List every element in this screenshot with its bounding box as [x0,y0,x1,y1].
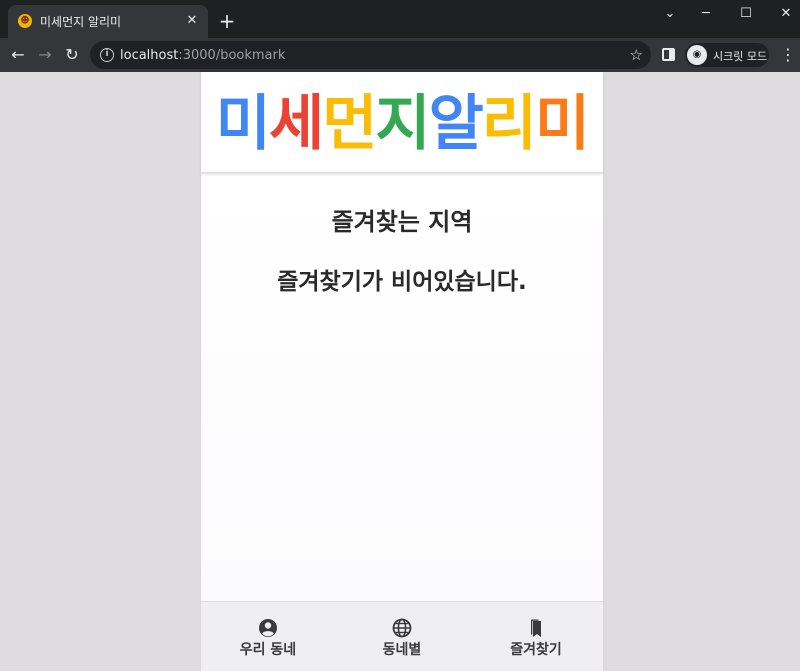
logo-letter: 지 [375,89,430,159]
browser-tab[interactable]: ☻ 미세먼지 알리미 ✕ [8,5,208,38]
tab-close-icon[interactable]: ✕ [184,13,200,29]
empty-bookmark-message: 즐겨찾기가 비어있습니다. [277,269,527,295]
minimize-button[interactable]: ─ [686,0,726,30]
side-panel-icon[interactable] [662,48,675,61]
browser-tab-strip: ☻ 미세먼지 알리미 ✕ + ⌄ ─ ☐ ✕ [0,0,800,38]
url-text[interactable]: localhost:3000/bookmark [120,48,285,63]
incognito-label: 시크릿 모드 [713,50,768,63]
bottom-navigation: 우리 동네 동네별 즐겨찾기 [201,601,603,671]
new-tab-button[interactable]: + [216,10,238,32]
logo-letter: 알 [428,89,484,159]
page-title: 즐겨찾는 지역 [331,208,473,236]
bookmark-star-icon[interactable]: ☆ [630,45,643,65]
logo-letter: 미 [215,89,271,159]
logo-letter: 세 [268,89,324,159]
nav-item-my-neighborhood[interactable]: 우리 동네 [201,602,335,671]
url-path: :3000/bookmark [178,48,286,63]
emoji-face-icon: ☻ [18,14,32,28]
site-info-icon[interactable]: i [100,48,114,62]
nav-label: 즐겨찾기 [510,642,562,658]
app-logo[interactable]: 미세먼지알리미 [201,84,603,164]
bookmark-content: 즐겨찾는 지역 즐겨찾기가 비어있습니다. [201,176,603,602]
globe-icon [392,618,412,638]
back-button[interactable]: ← [6,43,30,67]
tab-title: 미세먼지 알리미 [40,15,122,29]
nav-label: 우리 동네 [239,642,297,658]
bookmark-icon [531,619,541,637]
logo-letter: 먼 [322,89,377,159]
nav-label: 동네별 [382,642,422,658]
browser-menu-icon[interactable]: ⋮ [780,44,796,66]
logo-letter: 미 [535,89,590,159]
logo-letter: 리 [481,89,537,159]
forward-button[interactable]: → [33,43,57,67]
nav-item-by-neighborhood[interactable]: 동네별 [335,602,469,671]
incognito-icon: ◉ [687,45,707,65]
nav-item-bookmark[interactable]: 즐겨찾기 [469,602,603,671]
url-host: localhost [120,48,179,63]
maximize-button[interactable]: ☐ [726,0,766,30]
reload-button[interactable]: ↻ [60,43,84,67]
window-close-button[interactable]: ✕ [766,0,800,30]
app-header: 미세먼지알리미 [201,72,603,174]
app-container: 미세먼지알리미 즐겨찾는 지역 즐겨찾기가 비어있습니다. 우리 동네 동네별 [201,72,603,671]
user-circle-icon [259,619,277,637]
browser-toolbar: ← → ↻ i localhost:3000/bookmark ☆ ◉ 시크릿 … [0,38,800,72]
address-bar[interactable]: i localhost:3000/bookmark ☆ [90,41,651,69]
tab-search-icon[interactable]: ⌄ [650,0,690,30]
incognito-profile-button[interactable]: ◉ 시크릿 모드 [685,43,769,67]
